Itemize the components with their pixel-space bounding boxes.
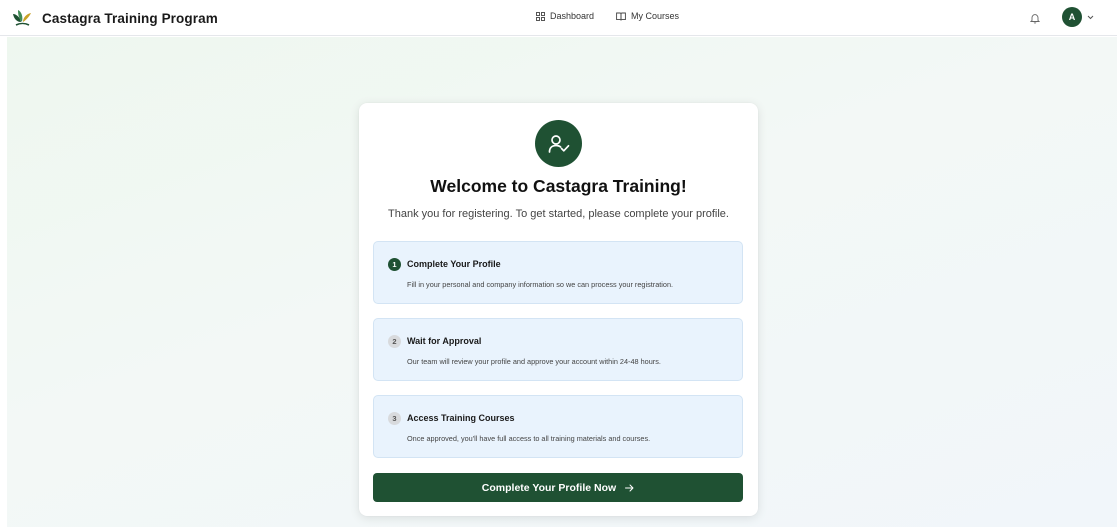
step-description: Once approved, you'll have full access t…	[407, 434, 651, 443]
hero-icon-badge	[535, 120, 582, 167]
brand-name: Castagra Training Program	[42, 10, 218, 26]
welcome-subtitle: Thank you for registering. To get starte…	[388, 208, 729, 220]
chevron-down-icon	[1087, 15, 1094, 19]
step-title: Wait for Approval	[407, 336, 482, 346]
step-number-badge: 3	[388, 412, 401, 425]
step-title: Complete Your Profile	[407, 259, 501, 269]
bell-icon	[1029, 14, 1041, 24]
step-wait-approval: 2 Wait for Approval Our team will review…	[373, 318, 743, 381]
arrow-right-icon	[625, 484, 634, 492]
step-title: Access Training Courses	[407, 413, 515, 423]
welcome-title: Welcome to Castagra Training!	[430, 176, 687, 196]
castagra-logo-icon	[13, 10, 31, 26]
user-menu[interactable]: A	[1062, 7, 1094, 27]
nav-my-courses[interactable]: My Courses	[616, 11, 679, 21]
step-description: Our team will review your profile and ap…	[407, 357, 661, 366]
complete-profile-button[interactable]: Complete Your Profile Now	[373, 473, 743, 502]
step-number-badge: 1	[388, 258, 401, 271]
nav-dashboard[interactable]: Dashboard	[536, 11, 594, 21]
step-access-courses: 3 Access Training Courses Once approved,…	[373, 395, 743, 458]
brand[interactable]: Castagra Training Program	[11, 8, 218, 28]
complete-profile-button-label: Complete Your Profile Now	[481, 481, 617, 494]
notifications-button[interactable]	[1029, 11, 1041, 29]
book-icon	[616, 12, 626, 20]
welcome-card: Welcome to Castagra Training! Thank you …	[359, 103, 758, 516]
avatar[interactable]: A	[1062, 7, 1082, 27]
user-check-icon	[548, 134, 569, 153]
step-number-badge: 2	[388, 335, 401, 348]
step-complete-profile: 1 Complete Your Profile Fill in your per…	[373, 241, 743, 304]
step-description: Fill in your personal and company inform…	[407, 280, 674, 289]
grid-icon	[536, 11, 545, 21]
top-navigation-bar: Castagra Training Program Dashboard My C…	[0, 0, 1117, 36]
nav-my-courses-label: My Courses	[631, 11, 680, 21]
nav-dashboard-label: Dashboard	[550, 11, 595, 21]
main-nav: Dashboard My Courses	[536, 11, 701, 21]
